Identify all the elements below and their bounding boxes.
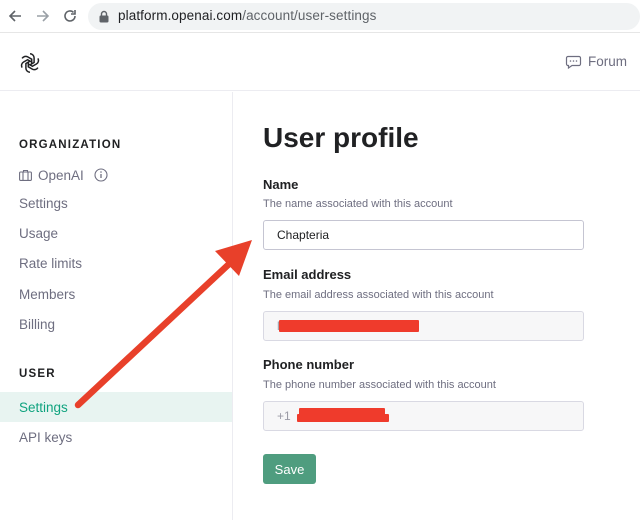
openai-logo[interactable] <box>18 51 42 75</box>
url-text: platform.openai.com/account/user-setting… <box>118 8 377 23</box>
email-label: Email address <box>263 267 352 282</box>
briefcase-icon <box>19 169 32 181</box>
address-bar[interactable]: platform.openai.com/account/user-setting… <box>88 3 640 30</box>
phone-redaction-bottom <box>297 414 389 422</box>
sidebar-item-usage[interactable]: Usage <box>0 218 232 248</box>
org-name: OpenAI <box>38 167 84 183</box>
name-help: The name associated with this account <box>263 198 453 210</box>
sidebar-item-api-keys[interactable]: API keys <box>0 422 232 452</box>
browser-toolbar: platform.openai.com/account/user-setting… <box>0 0 640 33</box>
org-switcher[interactable]: OpenAI <box>0 160 232 190</box>
forum-link[interactable]: Forum <box>565 53 627 70</box>
sidebar-item-org-settings[interactable]: Settings <box>0 188 232 218</box>
forum-label: Forum <box>587 54 627 69</box>
sidebar-item-rate-limits[interactable]: Rate limits <box>0 248 232 278</box>
reload-button[interactable] <box>60 6 80 26</box>
name-input[interactable] <box>263 220 584 250</box>
sidebar-item-user-settings[interactable]: Settings <box>0 392 232 422</box>
sidebar: ORGANIZATION OpenAI Settings Usage Rate … <box>0 92 233 520</box>
info-icon[interactable] <box>94 168 108 182</box>
name-label: Name <box>263 177 299 192</box>
sidebar-item-members[interactable]: Members <box>0 279 232 309</box>
chat-bubble-icon <box>565 55 582 70</box>
url-host: platform.openai.com <box>118 8 243 23</box>
save-button[interactable]: Save <box>263 454 316 484</box>
organization-heading: ORGANIZATION <box>19 139 122 151</box>
email-help: The email address associated with this a… <box>263 289 494 301</box>
reload-icon <box>64 10 76 22</box>
email-redaction <box>279 320 419 332</box>
phone-label: Phone number <box>263 357 355 372</box>
arrow-left-icon <box>8 10 21 22</box>
sidebar-item-billing[interactable]: Billing <box>0 309 232 339</box>
app-header: Forum <box>0 34 640 91</box>
phone-help: The phone number associated with this ac… <box>263 379 496 391</box>
arrow-right-icon <box>37 10 50 22</box>
forward-button[interactable] <box>33 6 53 26</box>
user-heading: USER <box>19 368 56 380</box>
lock-icon <box>99 10 109 23</box>
url-path: /account/user-settings <box>242 8 377 23</box>
page-title: User profile <box>263 122 419 153</box>
back-button[interactable] <box>5 6 25 26</box>
